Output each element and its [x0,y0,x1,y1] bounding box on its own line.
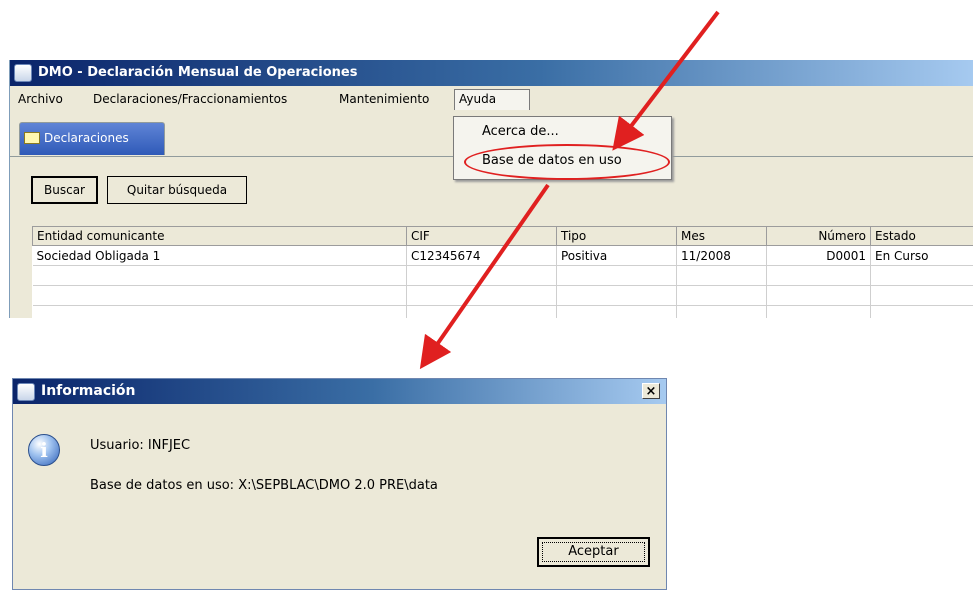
annotation-arrows [419,10,720,370]
arrow-to-dialog [419,183,550,370]
arrow-to-menu-item [612,10,720,151]
